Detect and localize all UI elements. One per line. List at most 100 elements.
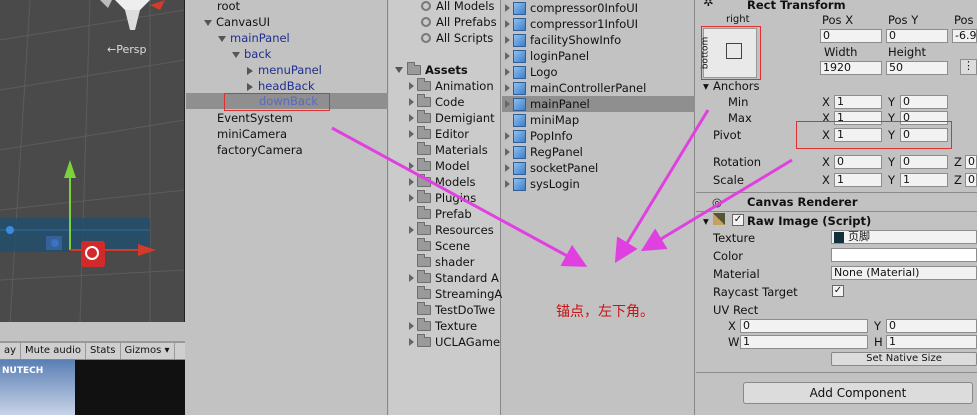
scale-x-field[interactable]: 1 bbox=[834, 173, 882, 187]
anchors-label[interactable]: Anchors bbox=[713, 79, 760, 93]
expand-arrow-icon[interactable] bbox=[505, 164, 510, 172]
expand-arrow-icon[interactable] bbox=[409, 178, 414, 186]
folder-code[interactable]: Code bbox=[409, 94, 464, 110]
folder-uclagame[interactable]: UCLAGame bbox=[409, 334, 500, 350]
raw-image-expand-icon[interactable]: ▾ bbox=[703, 214, 709, 228]
anchor-min-x-field[interactable]: 1 bbox=[834, 95, 882, 109]
prefab-item[interactable]: sysLogin bbox=[505, 176, 580, 192]
hierarchy-item-eventsystem[interactable]: EventSystem bbox=[217, 110, 293, 126]
scene-view[interactable]: ←Persp bbox=[0, 0, 185, 322]
prefab-item[interactable]: RegPanel bbox=[505, 144, 583, 160]
favorite-all-prefabs[interactable]: All Prefabs bbox=[421, 14, 497, 30]
anchors-expand-icon[interactable]: ▾ bbox=[703, 79, 709, 93]
material-field[interactable]: None (Material) bbox=[831, 266, 977, 280]
prefab-item[interactable]: compressor0InfoUI bbox=[505, 0, 638, 16]
expand-arrow-icon[interactable] bbox=[232, 51, 240, 58]
hierarchy-item-root[interactable]: root bbox=[217, 0, 240, 14]
maximize-on-play-button[interactable]: ay bbox=[0, 343, 22, 359]
hierarchy-item-menupanel[interactable]: menuPanel bbox=[247, 62, 322, 78]
expand-arrow-icon[interactable] bbox=[395, 67, 403, 73]
folder-testdotween[interactable]: TestDoTwe bbox=[417, 302, 495, 318]
hierarchy-item-canvasui[interactable]: CanvasUI bbox=[204, 14, 270, 30]
add-component-button[interactable]: Add Component bbox=[743, 382, 973, 404]
hierarchy-item-mainpanel[interactable]: mainPanel bbox=[218, 30, 290, 46]
uv-w-field[interactable]: 1 bbox=[740, 335, 868, 349]
prefab-item[interactable]: PopInfo bbox=[505, 128, 573, 144]
persp-label[interactable]: ←Persp bbox=[107, 43, 146, 56]
pos-x-field[interactable]: 0 bbox=[820, 29, 882, 43]
pos-y-field[interactable]: 0 bbox=[886, 29, 948, 43]
folder-prefab[interactable]: Prefab bbox=[417, 206, 472, 222]
folder-materials[interactable]: Materials bbox=[417, 142, 488, 158]
expand-arrow-icon[interactable] bbox=[505, 100, 510, 108]
width-field[interactable]: 1920 bbox=[820, 61, 882, 75]
expand-arrow-icon[interactable] bbox=[505, 68, 510, 76]
expand-arrow-icon[interactable] bbox=[218, 35, 226, 42]
expand-arrow-icon[interactable] bbox=[505, 132, 510, 140]
stats-button[interactable]: Stats bbox=[86, 343, 121, 359]
set-native-size-button[interactable]: Set Native Size bbox=[831, 352, 977, 366]
prefab-item[interactable]: miniMap bbox=[513, 112, 579, 128]
assets-folder[interactable]: Assets bbox=[395, 62, 468, 78]
expand-arrow-icon[interactable] bbox=[247, 66, 253, 75]
expand-arrow-icon[interactable] bbox=[409, 82, 414, 90]
folder-demigiant[interactable]: Demigiant bbox=[409, 110, 495, 126]
texture-field[interactable]: 页脚 bbox=[831, 230, 977, 244]
folder-scene[interactable]: Scene bbox=[417, 238, 470, 254]
expand-arrow-icon[interactable] bbox=[409, 226, 414, 234]
favorite-all-models[interactable]: All Models bbox=[421, 0, 494, 14]
expand-arrow-icon[interactable] bbox=[409, 338, 414, 346]
rect-transform-title[interactable]: Rect Transform bbox=[747, 0, 846, 12]
prefab-item[interactable]: compressor1InfoUI bbox=[505, 16, 638, 32]
mute-audio-button[interactable]: Mute audio bbox=[21, 343, 86, 359]
scale-z-field[interactable]: 0 bbox=[965, 173, 977, 187]
prefab-item[interactable]: Logo bbox=[505, 64, 558, 80]
folder-resources[interactable]: Resources bbox=[409, 222, 494, 238]
folder-animation[interactable]: Animation bbox=[409, 78, 494, 94]
prefab-item-selected[interactable]: mainPanel bbox=[505, 96, 590, 112]
anchor-min-y-field[interactable]: 0 bbox=[900, 95, 948, 109]
expand-arrow-icon[interactable] bbox=[505, 148, 510, 156]
raw-image-enabled-checkbox[interactable]: ✓ bbox=[732, 214, 744, 226]
uv-h-field[interactable]: 1 bbox=[886, 335, 977, 349]
blueprint-mode-button[interactable]: ⋮⋮ bbox=[960, 59, 977, 75]
scale-y-field[interactable]: 1 bbox=[900, 173, 948, 187]
favorite-all-scripts[interactable]: All Scripts bbox=[421, 30, 493, 46]
hierarchy-item-back[interactable]: back bbox=[232, 46, 271, 62]
expand-arrow-icon[interactable] bbox=[409, 114, 414, 122]
raw-image-title[interactable]: Raw Image (Script) bbox=[747, 214, 871, 228]
prefab-item[interactable]: loginPanel bbox=[505, 48, 589, 64]
expand-arrow-icon[interactable] bbox=[505, 20, 510, 28]
hierarchy-item-factorycamera[interactable]: factoryCamera bbox=[217, 142, 303, 158]
folder-model[interactable]: Model bbox=[409, 158, 470, 174]
color-field[interactable] bbox=[831, 248, 977, 262]
expand-arrow-icon[interactable] bbox=[409, 162, 414, 170]
uv-y-field[interactable]: 0 bbox=[886, 319, 977, 333]
expand-arrow-icon[interactable] bbox=[409, 194, 414, 202]
expand-arrow-icon[interactable] bbox=[409, 130, 414, 138]
expand-arrow-icon[interactable] bbox=[409, 322, 414, 330]
folder-shader[interactable]: shader bbox=[417, 254, 474, 270]
folder-standard-assets[interactable]: Standard A bbox=[409, 270, 499, 286]
prefab-item[interactable]: mainControllerPanel bbox=[505, 80, 646, 96]
game-view[interactable]: NUTECH bbox=[0, 360, 185, 415]
expand-arrow-icon[interactable] bbox=[505, 52, 510, 60]
folder-texture[interactable]: Texture bbox=[409, 318, 477, 334]
folder-models[interactable]: Models bbox=[409, 174, 476, 190]
prefab-item[interactable]: facilityShowInfo bbox=[505, 32, 621, 48]
rotation-x-field[interactable]: 0 bbox=[834, 155, 882, 169]
gizmos-dropdown[interactable]: Gizmos ▾ bbox=[121, 343, 175, 359]
expand-arrow-icon[interactable] bbox=[204, 19, 212, 26]
uv-x-field[interactable]: 0 bbox=[740, 319, 868, 333]
expand-arrow-icon[interactable] bbox=[505, 36, 510, 44]
hierarchy-item-headback[interactable]: headBack bbox=[247, 78, 315, 94]
rotation-y-field[interactable]: 0 bbox=[900, 155, 948, 169]
raycast-target-checkbox[interactable]: ✓ bbox=[832, 285, 844, 297]
pos-z-field[interactable]: -6.9 bbox=[952, 29, 977, 43]
canvas-renderer-title[interactable]: Canvas Renderer bbox=[747, 195, 858, 209]
expand-arrow-icon[interactable] bbox=[505, 4, 510, 12]
rotation-z-field[interactable]: 0 bbox=[965, 155, 977, 169]
expand-arrow-icon[interactable] bbox=[409, 98, 414, 106]
height-field[interactable]: 50 bbox=[886, 61, 948, 75]
folder-plugins[interactable]: Plugins bbox=[409, 190, 476, 206]
